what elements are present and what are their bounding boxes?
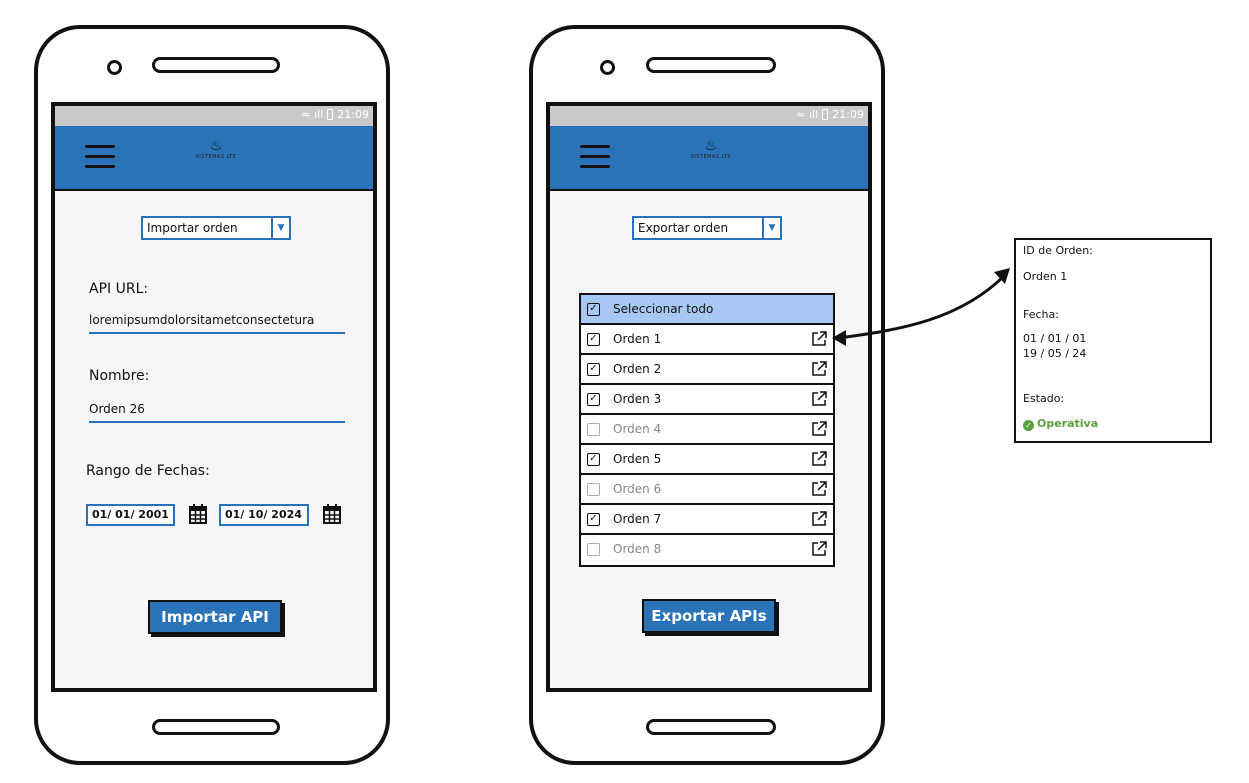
menu-icon[interactable]: [580, 145, 610, 169]
order-id-value: Orden 1: [1023, 270, 1068, 283]
order-label: Orden 5: [613, 452, 662, 466]
home-button[interactable]: [646, 719, 776, 735]
mode-select[interactable]: Importar orden ▼: [141, 216, 291, 240]
phone-export: ≈ ıll 21:09 ♨ SISTEMAS LTE Exportar orde…: [529, 25, 885, 765]
chevron-down-icon: ▼: [762, 218, 780, 238]
phone-import: ≈ ıll 21:09 ♨ SISTEMAS LTE Importar orde…: [34, 25, 390, 765]
screen-import: ≈ ıll 21:09 ♨ SISTEMAS LTE Importar orde…: [51, 102, 377, 692]
external-link-icon[interactable]: [811, 451, 827, 467]
order-checkbox[interactable]: ✓: [587, 363, 600, 376]
signal-icon: ıll: [314, 108, 324, 121]
order-row[interactable]: ✓ Orden 2: [581, 355, 833, 385]
date-range-label: Rango de Fechas:: [86, 463, 210, 479]
date-from-field[interactable]: 01/ 01/ 2001: [86, 504, 175, 526]
order-row[interactable]: Orden 4: [581, 415, 833, 445]
order-id-label: ID de Orden:: [1023, 244, 1093, 257]
camera: [600, 60, 615, 75]
external-link-icon[interactable]: [811, 361, 827, 377]
order-checkbox[interactable]: [587, 543, 600, 556]
order-list: ✓ Seleccionar todo ✓ Orden 1 ✓ Orden 2 ✓ Orde…: [579, 293, 835, 567]
calendar-icon[interactable]: [189, 504, 207, 524]
select-all-row[interactable]: ✓ Seleccionar todo: [581, 295, 833, 325]
logo-icon: ♨: [209, 138, 223, 154]
select-all-label: Seleccionar todo: [613, 302, 714, 316]
select-all-checkbox[interactable]: ✓: [587, 303, 600, 316]
calendar-icon[interactable]: [323, 504, 341, 524]
external-link-icon[interactable]: [811, 421, 827, 437]
date-to-field[interactable]: 01/ 10/ 2024: [219, 504, 309, 526]
menu-icon[interactable]: [85, 145, 115, 169]
home-button[interactable]: [152, 719, 280, 735]
external-link-icon[interactable]: [811, 331, 827, 347]
name-underline: [89, 421, 345, 423]
state-label: Estado:: [1023, 392, 1065, 405]
external-link-icon[interactable]: [811, 481, 827, 497]
date-line-2: 19 / 05 / 24: [1023, 347, 1087, 360]
order-label: Orden 4: [613, 422, 662, 436]
signal-icon: ıll: [809, 108, 819, 121]
api-url-label: API URL:: [89, 281, 149, 297]
mode-select[interactable]: Exportar orden ▼: [632, 216, 782, 240]
api-url-underline: [89, 332, 345, 334]
battery-icon: [822, 109, 829, 120]
order-detail-popup: ID de Orden: Orden 1 Fecha: 01 / 01 / 01…: [1014, 238, 1212, 443]
status-bar: ≈ ıll 21:09: [550, 106, 868, 126]
clock: 21:09: [832, 108, 864, 121]
order-label: Orden 2: [613, 362, 662, 376]
order-row[interactable]: ✓ Orden 5: [581, 445, 833, 475]
logo: ♨ SISTEMAS LTE: [195, 138, 237, 160]
external-link-icon[interactable]: [811, 541, 827, 557]
order-checkbox[interactable]: ✓: [587, 453, 600, 466]
name-field[interactable]: Orden 26: [89, 402, 145, 416]
clock: 21:09: [337, 108, 369, 121]
order-row[interactable]: ✓ Orden 1: [581, 325, 833, 355]
order-label: Orden 7: [613, 512, 662, 526]
speaker: [152, 57, 280, 73]
check-circle-icon: ✓: [1023, 420, 1034, 431]
app-bar: ♨ SISTEMAS LTE: [55, 126, 373, 191]
chevron-down-icon: ▼: [271, 218, 289, 238]
battery-icon: [327, 109, 334, 120]
import-api-button[interactable]: Importar API: [148, 600, 282, 634]
date-label: Fecha:: [1023, 308, 1059, 321]
logo-icon: ♨: [704, 138, 718, 154]
order-checkbox[interactable]: ✓: [587, 393, 600, 406]
order-row[interactable]: Orden 8: [581, 535, 833, 565]
order-row[interactable]: Orden 6: [581, 475, 833, 505]
app-bar: ♨ SISTEMAS LTE: [550, 126, 868, 191]
wifi-icon: ≈: [795, 108, 806, 121]
order-label: Orden 8: [613, 542, 662, 556]
external-link-icon[interactable]: [811, 511, 827, 527]
order-checkbox[interactable]: ✓: [587, 513, 600, 526]
screen-export: ≈ ıll 21:09 ♨ SISTEMAS LTE Exportar orde…: [546, 102, 872, 692]
wifi-icon: ≈: [300, 108, 311, 121]
order-label: Orden 1: [613, 332, 662, 346]
order-label: Orden 6: [613, 482, 662, 496]
order-row[interactable]: ✓ Orden 3: [581, 385, 833, 415]
logo: ♨ SISTEMAS LTE: [690, 138, 732, 160]
export-apis-button[interactable]: Exportar APIs: [642, 599, 776, 633]
order-checkbox[interactable]: ✓: [587, 333, 600, 346]
status-bar: ≈ ıll 21:09: [55, 106, 373, 126]
external-link-icon[interactable]: [811, 391, 827, 407]
camera: [107, 60, 122, 75]
order-row[interactable]: ✓ Orden 7: [581, 505, 833, 535]
order-checkbox[interactable]: [587, 483, 600, 496]
date-line-1: 01 / 01 / 01: [1023, 332, 1087, 345]
name-label: Nombre:: [89, 368, 150, 384]
speaker: [646, 57, 776, 73]
order-label: Orden 3: [613, 392, 662, 406]
state-value: ✓ Operativa: [1023, 417, 1098, 431]
api-url-field[interactable]: loremipsumdolorsitametconsectetura: [89, 313, 314, 327]
order-checkbox[interactable]: [587, 423, 600, 436]
